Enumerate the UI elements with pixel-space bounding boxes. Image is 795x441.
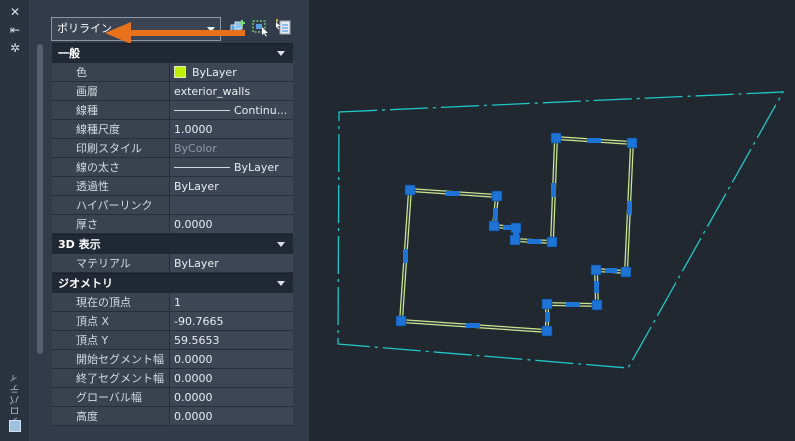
collapse-triangle-icon [277,51,285,56]
property-row-vertex-x[interactable]: 頂点 X -90.7665 [52,312,293,331]
collapse-triangle-icon [277,242,285,247]
palette-toggle-icon[interactable] [9,420,21,432]
section-general[interactable]: 一般 [52,43,293,63]
collapse-triangle-icon [277,281,285,286]
palette-title: プロパティ [11,372,22,427]
close-icon[interactable]: ✕ [0,5,30,19]
quick-select-icon[interactable] [274,18,294,38]
select-objects-icon[interactable] [251,18,271,38]
property-row-end-segment-width[interactable]: 終了セグメント幅 0.0000 [52,369,293,388]
section-geometry[interactable]: ジオメトリ [52,273,293,293]
property-row-linetype-scale[interactable]: 線種尺度 1.0000 [52,120,293,139]
property-row-global-width[interactable]: グローバル幅 0.0000 [52,388,293,407]
scrollbar-thumb[interactable] [37,44,43,354]
property-row-transparency[interactable]: 透過性 ByLayer [52,177,293,196]
property-row-vertex-y[interactable]: 頂点 Y 59.5653 [52,331,293,350]
property-row-hyperlink[interactable]: ハイパーリンク [52,196,293,215]
callout-arrow-icon [105,22,245,44]
property-row-elevation[interactable]: 高度 0.0000 [52,407,293,426]
property-row-plot-style[interactable]: 印刷スタイル ByColor [52,139,293,158]
property-row-start-segment-width[interactable]: 開始セグメント幅 0.0000 [52,350,293,369]
color-swatch [174,66,186,78]
drawing-canvas[interactable] [310,0,795,441]
object-type-label: ポリライン [57,22,112,35]
scrollbar-track[interactable] [37,44,43,354]
section-3d-visualization[interactable]: 3D 表示 [52,234,293,254]
property-row-material[interactable]: マテリアル ByLayer [52,254,293,273]
linetype-preview [174,109,230,111]
palette-title-strip: ✕ ⇤ ✲ プロパティ [0,0,30,441]
lineweight-preview [174,166,230,168]
property-row-lineweight[interactable]: 線の太さ ByLayer [52,158,293,177]
property-row-color[interactable]: 色 ByLayer [52,63,293,82]
property-row-layer[interactable]: 画層 exterior_walls [52,82,293,101]
collapse-icon[interactable]: ⇤ [0,23,30,37]
settings-icon[interactable]: ✲ [0,41,30,55]
property-row-linetype[interactable]: 線種 Continu... [52,101,293,120]
property-row-current-vertex[interactable]: 現在の頂点 1 [52,293,293,312]
property-row-thickness[interactable]: 厚さ 0.0000 [52,215,293,234]
property-grid: 一般 色 ByLayer 画層 exterior_walls 線種 Contin… [52,43,293,426]
